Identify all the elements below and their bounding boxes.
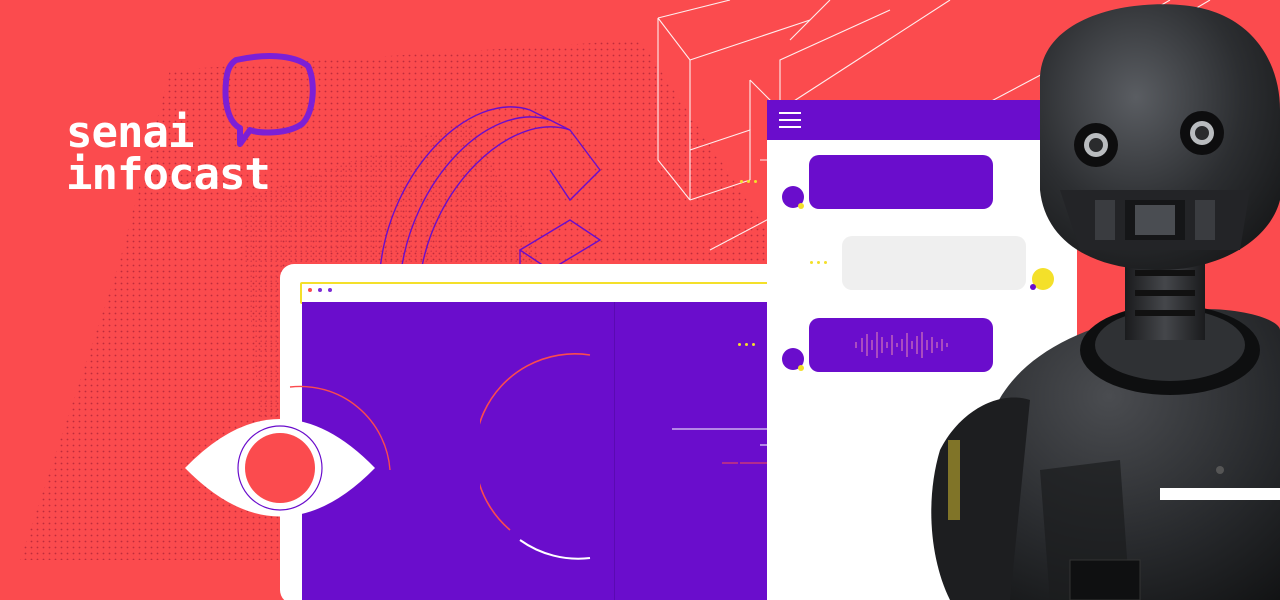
brand-logo: senai infocast <box>66 107 271 200</box>
window-dot <box>318 288 322 292</box>
typing-indicator <box>810 261 827 264</box>
window-dot <box>328 288 332 292</box>
robot-figure <box>931 4 1280 600</box>
brand-line-2: infocast <box>66 149 271 200</box>
hero-banner: senai infocast <box>0 0 1280 600</box>
decorative-dots <box>740 180 757 183</box>
typing-indicator <box>738 343 755 346</box>
decorative-bar <box>1160 488 1280 500</box>
telephone-outline-icon <box>379 106 602 290</box>
hamburger-menu-icon[interactable] <box>779 112 801 128</box>
eye-icon <box>185 385 391 517</box>
browser-address-bar <box>300 282 774 304</box>
panel-divider <box>614 302 615 600</box>
status-dot <box>798 203 804 209</box>
status-dot <box>798 365 804 371</box>
window-dot <box>308 288 312 292</box>
brand-line-1: senai <box>66 107 194 158</box>
browser-window-controls <box>308 288 332 292</box>
progress-arc <box>480 353 591 560</box>
